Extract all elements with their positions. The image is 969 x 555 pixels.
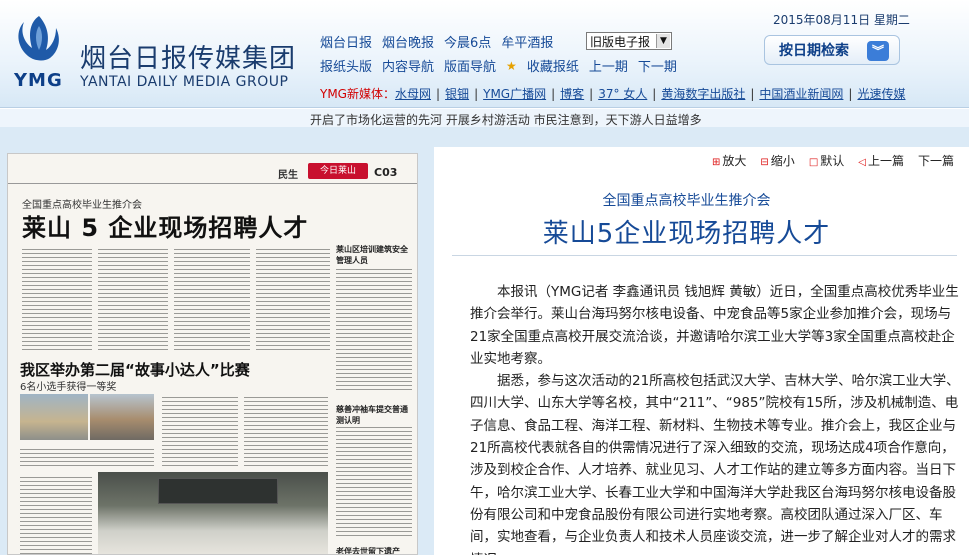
nav-yantai-daily[interactable]: 烟台日报 bbox=[320, 32, 372, 51]
date-search-label: 按日期检索 bbox=[779, 43, 849, 59]
favorite-icon: ★ bbox=[506, 58, 517, 73]
article-tools: ⊞ 放大 ⊟ 缩小 □ 默认 ◁ 上一篇 下一篇 bbox=[712, 152, 954, 169]
paper-side-headline-2[interactable]: 慈善冲袖车提交普通测认明 bbox=[336, 404, 412, 426]
minus-icon: ⊟ bbox=[760, 157, 769, 168]
paper-text-column[interactable] bbox=[162, 394, 238, 468]
paper-tag: 今日莱山 bbox=[308, 163, 368, 179]
paper-text-column[interactable] bbox=[20, 446, 154, 468]
article-paragraph: 据悉，参与这次活动的21所高校包括武汉大学、吉林大学、哈尔滨工业大学、四川大学、… bbox=[470, 373, 960, 555]
link-blog[interactable]: 博客 bbox=[560, 85, 584, 102]
nav-content[interactable]: 内容导航 bbox=[382, 56, 434, 75]
ticker-text[interactable]: 开启了市场化运营的先河 开展乡村游活动 市民注意到，天下游人日益增多 bbox=[310, 111, 702, 127]
paper-text-column[interactable] bbox=[256, 246, 330, 350]
date-search-button[interactable]: 按日期检索 ︾ bbox=[764, 35, 900, 65]
old-paper-select[interactable]: 旧版电子报 ▼ bbox=[586, 32, 672, 50]
paper-text-column[interactable] bbox=[244, 394, 328, 468]
nav-yantai-evening[interactable]: 烟台晚报 bbox=[382, 32, 434, 51]
zoom-out-button[interactable]: ⊟ 缩小 bbox=[760, 152, 794, 169]
link-ymg-radio[interactable]: YMG广播网 bbox=[483, 85, 546, 102]
default-size-button[interactable]: □ 默认 bbox=[809, 152, 844, 169]
link-shuimu[interactable]: 水母网 bbox=[395, 85, 431, 102]
paper-nav: 烟台日报 烟台晚报 今晨6点 牟平酒报 bbox=[320, 32, 553, 51]
link-wine-news[interactable]: 中国酒业新闻网 bbox=[759, 85, 843, 102]
nav-layout[interactable]: 版面导航 bbox=[444, 56, 496, 75]
paper-page-number: C03 bbox=[374, 166, 398, 179]
nav-next-issue[interactable]: 下一期 bbox=[638, 56, 677, 75]
link-huanghai-publishing[interactable]: 黄海数字出版社 bbox=[661, 85, 745, 102]
dropdown-arrow-icon[interactable]: ▼ bbox=[656, 34, 670, 48]
site-header: YMG 烟台日报传媒集团 YANTAI DAILY MEDIA GROUP 20… bbox=[0, 0, 969, 108]
prev-icon: ◁ bbox=[858, 157, 866, 168]
nav-front-page[interactable]: 报纸头版 bbox=[320, 56, 372, 75]
chevron-down-icon: ︾ bbox=[867, 41, 889, 61]
article-headline: 莱山5企业现场招聘人才 bbox=[542, 219, 831, 249]
paper-section: 民生 bbox=[278, 170, 298, 181]
nav-favorite[interactable]: 收藏报纸 bbox=[527, 56, 579, 75]
nav-morning-6[interactable]: 今晨6点 bbox=[444, 32, 491, 51]
old-paper-select-value: 旧版电子报 bbox=[590, 34, 651, 49]
zoom-in-button[interactable]: ⊞ 放大 bbox=[712, 152, 746, 169]
square-icon: □ bbox=[808, 157, 819, 168]
new-media-prefix: YMG新媒体： bbox=[320, 87, 395, 101]
paper-text-column[interactable] bbox=[336, 266, 412, 392]
link-37-woman[interactable]: 37° 女人 bbox=[598, 85, 647, 102]
headline-divider bbox=[452, 255, 957, 256]
link-yindian[interactable]: 银钿 bbox=[445, 85, 469, 102]
ymg-logo-icon[interactable] bbox=[10, 12, 68, 68]
paper-photo bbox=[90, 394, 154, 440]
paper-photo bbox=[20, 394, 88, 440]
paper-text-column[interactable] bbox=[174, 246, 250, 350]
article-kicker: 全国重点高校毕业生推介会 bbox=[602, 193, 771, 209]
page-nav: 报纸头版 内容导航 版面导航 ★ 收藏报纸 上一期 下一期 bbox=[320, 56, 677, 76]
article-body: 本报讯（YMG记者 李鑫通讯员 钱旭辉 黄敏）近日，全国重点高校优秀毕业生推介会… bbox=[470, 281, 960, 555]
next-article-button[interactable]: 下一篇 bbox=[918, 152, 954, 169]
paper-text-column[interactable] bbox=[98, 246, 168, 350]
paper-second-headline[interactable]: 我区举办第二届“故事小达人”比赛 bbox=[20, 359, 250, 380]
logo-chinese-name: 烟台日报传媒集团 bbox=[80, 44, 297, 74]
paper-side-headline-3[interactable]: 老伴去世留下遗产 bbox=[336, 546, 400, 554]
paper-second-subhead: 6名小选手获得一等奖 bbox=[20, 382, 117, 393]
paper-photo-stage bbox=[158, 478, 278, 504]
logo-english-name: YANTAI DAILY MEDIA GROUP bbox=[80, 74, 289, 90]
nav-wine-paper[interactable]: 牟平酒报 bbox=[501, 32, 553, 51]
paper-side-headline-1[interactable]: 莱山区培训建筑安全管理人员 bbox=[336, 244, 412, 266]
new-media-links: YMG新媒体： 水母网 | 银钿 | YMG广播网 | 博客 | 37° 女人 … bbox=[320, 85, 906, 102]
nav-prev-issue[interactable]: 上一期 bbox=[589, 56, 628, 75]
paper-text-column[interactable] bbox=[336, 424, 412, 536]
paper-text-column[interactable] bbox=[20, 474, 92, 554]
plus-icon: ⊞ bbox=[712, 157, 721, 168]
link-guangsu-media[interactable]: 光速传媒 bbox=[857, 85, 905, 102]
prev-article-button[interactable]: ◁ 上一篇 bbox=[858, 152, 904, 169]
article-paragraph: 本报讯（YMG记者 李鑫通讯员 钱旭辉 黄敏）近日，全国重点高校优秀毕业生推介会… bbox=[470, 284, 959, 367]
paper-main-title[interactable]: 莱山 5 企业现场招聘人才 bbox=[22, 208, 308, 243]
article-panel: ⊞ 放大 ⊟ 缩小 □ 默认 ◁ 上一篇 下一篇 全国重点高校毕业生推介会 莱山5企业现… bbox=[434, 147, 969, 555]
news-ticker: 开启了市场化运营的先河 开展乡村游活动 市民注意到，天下游人日益增多 bbox=[0, 109, 969, 127]
current-date: 2015年08月11日 星期二 bbox=[773, 13, 910, 27]
paper-text-column[interactable] bbox=[22, 246, 92, 350]
logo-abbr: YMG bbox=[14, 70, 63, 91]
newspaper-page-image[interactable]: 民生 今日莱山 C03 全国重点高校毕业生推介会 莱山 5 企业现场招聘人才 莱… bbox=[7, 153, 418, 555]
